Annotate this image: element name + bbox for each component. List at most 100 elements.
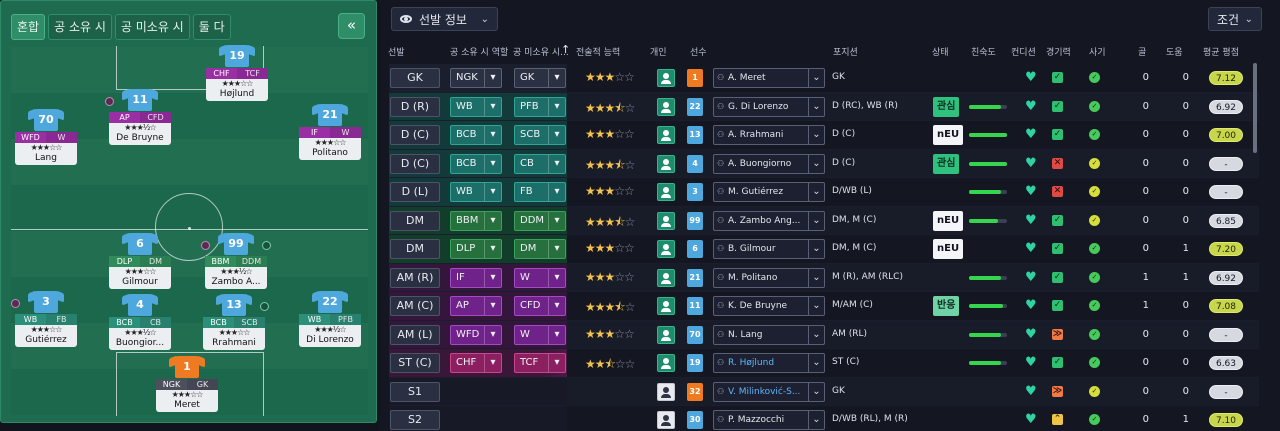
table-row[interactable]: D (R) WB PFB ★★★⯪☆ 22 G. Di Lorenzo ⌄ D (RC), W… xyxy=(389,92,1259,121)
table-row[interactable]: AM (R) IF W ★★★☆☆ 21 M. Politano ⌄ M (R), AM (R… xyxy=(389,263,1259,292)
ip-role-select[interactable]: BBM xyxy=(450,210,502,231)
oop-role-select[interactable]: W xyxy=(514,324,566,345)
oop-role-select[interactable]: DDM xyxy=(514,210,566,231)
tab-mixed[interactable]: 혼합 xyxy=(11,14,46,40)
sort-arrow-icon[interactable]: ↑ xyxy=(561,43,570,56)
oop-role-select[interactable]: CB xyxy=(514,153,566,174)
individual-instructions-icon[interactable] xyxy=(657,126,675,144)
player-select[interactable]: A. Buongiorno ⌄ xyxy=(713,153,825,174)
player-select[interactable]: K. De Bruyne ⌄ xyxy=(713,296,825,316)
col-position[interactable]: 포지션 xyxy=(833,45,858,58)
oop-role-select[interactable]: GK xyxy=(514,68,566,88)
pitch-player-card[interactable]: 19 CHF TCF ★★★☆☆ Højlund xyxy=(206,45,268,101)
ip-role-select[interactable]: BCB xyxy=(450,153,502,174)
ip-role-select[interactable]: IF xyxy=(450,267,502,288)
individual-instructions-icon[interactable] xyxy=(657,240,675,258)
table-row[interactable]: D (L) WB FB ★★★☆☆ 3 M. Gutiérrez ⌄ D/WB (L) ♥ ✕ ✓ 0… xyxy=(389,178,1259,207)
col-goals[interactable]: 골 xyxy=(1138,45,1146,58)
collapse-panel-button[interactable]: « xyxy=(338,13,365,39)
scrollbar[interactable] xyxy=(1253,63,1257,153)
individual-instructions-icon[interactable] xyxy=(657,183,675,201)
ip-role-select[interactable]: DLP xyxy=(450,239,502,259)
slot-button[interactable]: AM (C) xyxy=(390,296,440,316)
slot-button[interactable]: ST (C) xyxy=(390,353,440,373)
slot-button[interactable]: D (C) xyxy=(390,153,440,174)
player-select[interactable]: M. Gutiérrez ⌄ xyxy=(713,182,825,202)
oop-role-select[interactable]: TCF xyxy=(514,353,566,373)
col-avg-rating[interactable]: 평균 평점 xyxy=(1203,45,1239,58)
slot-button[interactable]: DM xyxy=(390,210,440,231)
slot-button[interactable]: GK xyxy=(390,68,440,88)
table-row[interactable]: D (C) BCB CB ★★★⯪☆ 4 A. Buongiorno ⌄ D (C) 관심 ♥ ✕ ✓… xyxy=(389,149,1259,178)
tab-in-possession[interactable]: 공 소유 시 xyxy=(48,14,112,40)
condition-button[interactable]: 조건 ⌄ xyxy=(1208,7,1262,31)
col-assists[interactable]: 도움 xyxy=(1166,45,1183,58)
individual-instructions-icon[interactable] xyxy=(657,325,675,344)
col-slot[interactable]: 선발 xyxy=(388,45,405,58)
ip-role-select[interactable]: WFD xyxy=(450,324,502,345)
individual-instructions-icon[interactable] xyxy=(657,354,675,372)
view-selector[interactable]: 선발 정보 ⌄ xyxy=(391,7,498,31)
col-individual[interactable]: 개인 xyxy=(650,45,667,58)
slot-button[interactable]: D (L) xyxy=(390,182,440,202)
oop-role-select[interactable]: DM xyxy=(514,239,566,259)
oop-role-select[interactable]: SCB xyxy=(514,125,566,145)
col-status[interactable]: 상태 xyxy=(932,45,949,58)
individual-instructions-icon[interactable] xyxy=(657,382,675,401)
table-row[interactable]: AM (L) WFD W ★★★☆☆ 70 N. Lang ⌄ AM (RL) ♥ ≫ ✓ 0 0 - xyxy=(389,320,1259,349)
individual-instructions-icon[interactable] xyxy=(657,268,675,287)
slot-button[interactable]: D (R) xyxy=(390,96,440,117)
pitch-player-card[interactable]: 13 BCB SCB ★★★☆☆ Rrahmani xyxy=(203,294,269,350)
player-select[interactable]: P. Mazzocchi ⌄ xyxy=(713,410,825,430)
col-ip-role[interactable]: 공 소유 시 역할 xyxy=(450,45,508,58)
table-row[interactable]: DM DLP DM ★★★☆☆ 6 B. Gilmour ⌄ DM, M (C) nEU ♥ ✓ ✓ 0… xyxy=(389,235,1259,264)
table-row[interactable]: GK NGK GK ★★★☆☆ 1 A. Meret ⌄ GK ♥ ✓ ✓ 0 0 7.12 xyxy=(389,64,1259,93)
col-match-sharpness[interactable]: 경기력 xyxy=(1046,45,1071,58)
pitch-player-card[interactable]: 21 IF W ★★★☆☆ Politano xyxy=(299,104,361,160)
individual-instructions-icon[interactable] xyxy=(657,154,675,173)
ip-role-select[interactable]: WB xyxy=(450,182,502,202)
slot-button[interactable]: D (C) xyxy=(390,125,440,145)
player-select[interactable]: B. Gilmour ⌄ xyxy=(713,239,825,259)
ip-role-select[interactable]: NGK xyxy=(450,68,502,88)
table-row[interactable]: AM (C) AP CFD ★★★⯪☆ 11 K. De Bruyne ⌄ M/AM (C) 반… xyxy=(389,292,1259,321)
player-select[interactable]: A. Meret ⌄ xyxy=(713,68,825,88)
slot-button[interactable]: AM (R) xyxy=(390,267,440,288)
player-select[interactable]: A. Zambo Ang... ⌄ xyxy=(713,210,825,231)
oop-role-select[interactable]: FB xyxy=(514,182,566,202)
ip-role-select[interactable]: BCB xyxy=(450,125,502,145)
individual-instructions-icon[interactable] xyxy=(657,211,675,230)
slot-button[interactable]: AM (L) xyxy=(390,324,440,345)
individual-instructions-icon[interactable] xyxy=(657,411,675,429)
pitch-player-card[interactable]: 99 BBM DDM ★★★½☆ Zambo A... xyxy=(201,233,271,289)
table-row[interactable]: S2 30 P. Mazzocchi ⌄ D/WB (RL), M (R) ♥ ⌃ ✓ 0 1 7.… xyxy=(389,406,1259,431)
col-morale[interactable]: 사기 xyxy=(1089,45,1106,58)
ip-role-select[interactable]: WB xyxy=(450,96,502,117)
player-select[interactable]: G. Di Lorenzo ⌄ xyxy=(713,96,825,117)
col-player[interactable]: 선수 xyxy=(690,45,707,58)
col-condition[interactable]: 컨디션 xyxy=(1011,45,1036,58)
ip-role-select[interactable]: CHF xyxy=(450,353,502,373)
col-tactical[interactable]: 전술적 능력 xyxy=(576,45,620,58)
individual-instructions-icon[interactable] xyxy=(657,97,675,116)
player-select[interactable]: V. Milinković-S... ⌄ xyxy=(713,381,825,402)
table-row[interactable]: ST (C) CHF TCF ★★⯪☆☆ 19 R. Højlund ⌄ ST (C) ♥ ✓ ✓ 0… xyxy=(389,349,1259,378)
tab-both[interactable]: 둘 다 xyxy=(192,14,231,40)
pitch-player-card[interactable]: 6 DLP DM ★★★☆☆ Gilmour xyxy=(109,233,171,289)
slot-button[interactable]: S1 xyxy=(390,381,440,402)
pitch-player-card[interactable]: 22 WB PFB ★★★½☆ Di Lorenzo xyxy=(299,291,361,347)
pitch-player-card[interactable]: 11 AP CFD ★★★½☆ De Bruyne xyxy=(105,89,171,145)
oop-role-select[interactable]: CFD xyxy=(514,296,566,316)
tab-out-of-possession[interactable]: 공 미소유 시 xyxy=(114,14,190,40)
pitch-player-card[interactable]: 3 WB FB ★★★☆☆ Gutiérrez xyxy=(11,291,77,347)
individual-instructions-icon[interactable] xyxy=(657,297,675,315)
slot-button[interactable]: DM xyxy=(390,239,440,259)
player-select[interactable]: M. Politano ⌄ xyxy=(713,267,825,288)
pitch-player-card[interactable]: 4 BCB CB ★★★½☆ Buongior... xyxy=(109,294,171,350)
oop-role-select[interactable]: W xyxy=(514,267,566,288)
table-row[interactable]: S1 32 V. Milinković-S... ⌄ GK ♥ ≫ ✓ 0 0 - xyxy=(389,377,1259,406)
player-select[interactable]: R. Højlund ⌄ xyxy=(713,353,825,373)
player-select[interactable]: A. Rrahmani ⌄ xyxy=(713,125,825,145)
pitch-player-card[interactable]: 70 WFD W ★★★☆☆ Lang xyxy=(15,109,77,165)
player-select[interactable]: N. Lang ⌄ xyxy=(713,324,825,345)
